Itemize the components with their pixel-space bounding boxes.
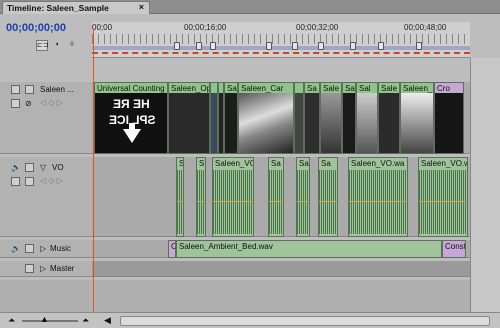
work-area-bar[interactable]	[92, 46, 470, 50]
speaker-icon[interactable]: 🔈	[11, 244, 21, 253]
video-clip[interactable]: Saleen_	[400, 82, 434, 154]
audio-clip[interactable]: S	[176, 157, 184, 237]
video-clip[interactable]: Saleen_Car	[238, 82, 294, 154]
audio-clip[interactable]: S	[196, 157, 206, 237]
close-icon[interactable]: ×	[139, 2, 144, 12]
down-arrow-icon	[123, 129, 141, 143]
audio-clip[interactable]: Saleen_VC	[212, 157, 254, 237]
marker[interactable]	[210, 42, 216, 50]
ruler-label: 00;00;32;00	[296, 23, 339, 32]
keyframe-toggle-icon[interactable]	[11, 177, 20, 186]
zoom-thumb-icon[interactable]: ▲	[40, 314, 49, 324]
vertical-scrollbar[interactable]	[470, 58, 500, 314]
video-clip[interactable]: Sa	[342, 82, 356, 154]
keyframe-toggle-icon[interactable]	[11, 99, 20, 108]
video-clip[interactable]: Cro	[434, 82, 464, 154]
audio-clip[interactable]: Sa	[268, 157, 284, 237]
tab-timeline[interactable]: Timeline: Saleen_Sample ×	[2, 1, 150, 14]
zoom-slider[interactable]	[22, 320, 78, 322]
timeline-empty-area	[0, 280, 470, 312]
add-marker-icon[interactable]: ◊	[66, 40, 78, 51]
video-clip[interactable]: Saleen_Op	[168, 82, 210, 154]
video-clip[interactable]: Sa	[224, 82, 238, 154]
tab-title: Timeline: Saleen_Sample	[7, 3, 109, 13]
no-sign-icon[interactable]	[25, 177, 34, 186]
video-clip[interactable]: Sal	[356, 82, 378, 154]
snap-button[interactable]: ⊏⊐	[36, 40, 49, 51]
track-master[interactable]	[92, 261, 470, 277]
zoom-out-icon[interactable]: ⏶	[8, 315, 15, 326]
video-clip[interactable]: Universal Counting HE RE SPL ICE	[94, 82, 168, 154]
track-vo[interactable]: S S Saleen_VC Sa Sa Sa Saleen_VO.wa Sale…	[92, 157, 470, 237]
video-clip[interactable]	[210, 82, 218, 154]
playhead-line[interactable]	[93, 28, 94, 324]
track-header-master[interactable]: ▷ Master	[0, 261, 92, 277]
eye-icon[interactable]	[11, 85, 20, 94]
marker[interactable]	[350, 42, 356, 50]
lock-icon[interactable]	[25, 163, 34, 172]
track-header-vo[interactable]: 🔈 ▽ VO ◁ ◇ ▷	[0, 157, 92, 237]
audio-transition[interactable]: C	[168, 240, 176, 258]
tab-bar: Timeline: Saleen_Sample ×	[0, 0, 500, 14]
expand-icon[interactable]: ▽	[40, 163, 46, 172]
lock-icon[interactable]	[25, 85, 34, 94]
audio-clip[interactable]: Sa	[296, 157, 310, 237]
zoom-in-icon[interactable]: ⏶	[82, 315, 89, 326]
video-clip[interactable]: Sa	[304, 82, 320, 154]
ruler-label: 00;00	[92, 23, 113, 32]
audio-clip[interactable]: Saleen_Ambient_Bed.wav	[176, 240, 442, 258]
track-name-music: Music	[50, 244, 71, 253]
track-name-vo: VO	[52, 163, 64, 172]
expand-icon[interactable]: ▷	[40, 244, 46, 253]
current-timecode[interactable]: 00;00;00;00	[6, 22, 66, 34]
horizontal-scrollbar[interactable]	[120, 316, 490, 326]
audio-clip[interactable]: Saleen_VO.wa	[418, 157, 468, 237]
track-music[interactable]: C Saleen_Ambient_Bed.wav Const	[92, 240, 470, 258]
scroll-left-icon[interactable]: ◀	[104, 315, 111, 326]
audio-clip[interactable]: Sa	[318, 157, 338, 237]
no-sign-icon[interactable]: ⊘	[25, 99, 34, 108]
marker[interactable]	[416, 42, 422, 50]
ruler-label: 00;00;16;00	[184, 23, 227, 32]
timeline-toolbar: ⊏⊐ ◖ ◊	[36, 40, 78, 51]
video-clip[interactable]: Sale	[378, 82, 400, 154]
track-name-video: Saleen ...	[40, 85, 74, 94]
here-overlay-text: HE RE	[113, 97, 150, 111]
track-video[interactable]: Universal Counting HE RE SPL ICE Saleen_…	[92, 82, 470, 154]
audio-clip[interactable]: Saleen_VO.wa	[348, 157, 408, 237]
track-header-video[interactable]: Saleen ... ⊘ ◁ ◇ ▷	[0, 82, 92, 154]
keyframe-nav-icon[interactable]: ◁ ◇ ▷	[40, 176, 63, 185]
lock-icon[interactable]	[25, 244, 34, 253]
marker[interactable]	[174, 42, 180, 50]
marker-icon[interactable]: ◖	[51, 40, 63, 51]
ruler-label: 00;00;48;00	[404, 23, 447, 32]
marker[interactable]	[292, 42, 298, 50]
track-name-master: Master	[50, 264, 75, 273]
audio-transition[interactable]: Const	[442, 240, 466, 258]
time-ruler[interactable]: 00;00 00;00;16;00 00;00;32;00 00;00;48;0…	[92, 22, 470, 58]
marker[interactable]	[318, 42, 324, 50]
expand-icon[interactable]: ▷	[40, 264, 46, 273]
render-bar	[92, 52, 470, 54]
marker[interactable]	[196, 42, 202, 50]
video-clip[interactable]	[294, 82, 304, 154]
marker[interactable]	[378, 42, 384, 50]
keyframe-nav-icon[interactable]: ◁ ◇ ▷	[40, 98, 63, 107]
marker[interactable]	[266, 42, 272, 50]
video-clip[interactable]: Sale	[320, 82, 342, 154]
lock-icon[interactable]	[25, 264, 34, 273]
track-header-music[interactable]: 🔈 ▷ Music	[0, 240, 92, 258]
ruler-ticks	[92, 34, 470, 44]
bottom-bar: ⏶ ▲ ⏶ ◀	[0, 312, 500, 328]
speaker-icon[interactable]: 🔈	[11, 163, 21, 172]
